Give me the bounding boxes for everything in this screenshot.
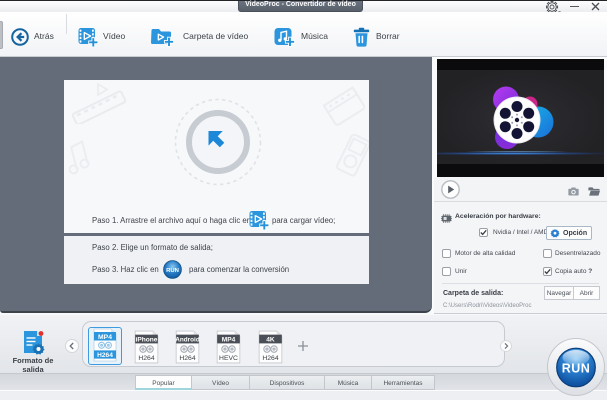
svg-text:iPhone: iPhone xyxy=(136,336,158,343)
svg-text:RUN: RUN xyxy=(166,268,179,274)
svg-text:H264: H264 xyxy=(262,355,278,362)
svg-text:Android: Android xyxy=(175,336,200,343)
svg-text:HEVC: HEVC xyxy=(219,355,238,362)
svg-text:MP4: MP4 xyxy=(98,334,112,341)
svg-text:H264: H264 xyxy=(138,355,154,362)
svg-text:RUN: RUN xyxy=(562,362,591,376)
svg-text:MP4: MP4 xyxy=(222,336,236,343)
svg-text:H264: H264 xyxy=(179,355,195,362)
svg-text:4K: 4K xyxy=(266,336,275,343)
svg-text:H264: H264 xyxy=(97,352,113,359)
